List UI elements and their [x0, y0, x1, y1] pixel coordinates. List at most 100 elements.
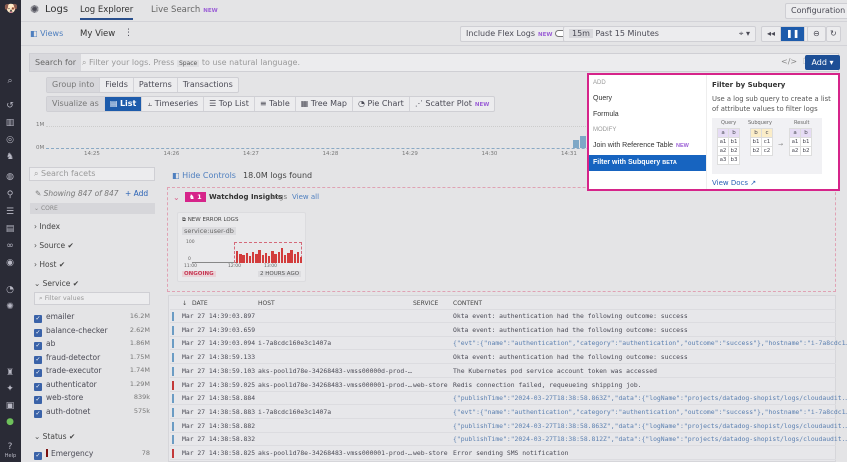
table-row[interactable]: Mar 27 14:39:03.094i-7a8cdc160e3c1407a{"…: [170, 337, 836, 350]
table-row[interactable]: Mar 27 14:38:58.884{"publishTime":"2024-…: [170, 392, 836, 405]
facet-index[interactable]: › Index: [34, 222, 152, 234]
facet-value-emailer[interactable]: ✓emailer16.2M: [34, 312, 152, 324]
configuration-button[interactable]: Configuration: [785, 3, 847, 19]
facet-value-fraud-detector[interactable]: ✓fraud-detector1.75M: [34, 353, 152, 365]
viz-treemap[interactable]: ▦ Tree Map: [296, 97, 353, 111]
chat-icon[interactable]: ▣: [4, 401, 16, 411]
table-row[interactable]: Mar 27 14:39:03.897Okta event: authentic…: [170, 310, 836, 323]
group-fields[interactable]: Fields: [100, 78, 134, 92]
org-icon[interactable]: ♜: [4, 368, 16, 378]
checkbox[interactable]: ✓: [34, 342, 42, 350]
user-avatar-icon[interactable]: ●: [4, 417, 16, 427]
menu-item-query[interactable]: Query: [593, 91, 705, 107]
menu-item-formula[interactable]: Formula: [593, 107, 705, 123]
dashboard-gauge-icon[interactable]: ◔: [4, 285, 16, 295]
refresh-icon[interactable]: ↻: [826, 26, 841, 42]
zoom-out-icon[interactable]: ⊖: [807, 26, 826, 42]
monitors-icon[interactable]: ◎: [4, 135, 16, 145]
facet-value-auth-dotnet[interactable]: ✓auth-dotnet575k: [34, 407, 152, 419]
add-query-button[interactable]: Add ▾: [805, 55, 840, 70]
volume-bar[interactable]: [573, 140, 579, 148]
apm-icon[interactable]: ⚲: [4, 190, 16, 200]
sort-desc-icon[interactable]: ↓: [182, 297, 187, 310]
viz-toplist[interactable]: ☰ Top List: [204, 97, 255, 111]
help-icon[interactable]: ?: [4, 442, 16, 452]
dashboards-icon[interactable]: ▥: [4, 118, 16, 128]
collapse-chevron-icon[interactable]: ⌄: [173, 193, 180, 202]
view-all-link[interactable]: View all: [292, 193, 319, 201]
checkbox[interactable]: ✓: [34, 410, 42, 418]
security-icon[interactable]: ◉: [4, 258, 16, 268]
filter-values-input[interactable]: ⌕ Filter values: [34, 292, 150, 305]
facet-host[interactable]: › Host ✔: [34, 260, 152, 272]
logs-active-icon[interactable]: ✺: [4, 302, 16, 312]
history-icon[interactable]: ↺: [4, 101, 16, 111]
views-button[interactable]: ◧ Views: [30, 29, 63, 38]
diagram-row: a1b1: [718, 138, 740, 147]
checkbox[interactable]: ✓: [34, 356, 42, 364]
facet-value-balance-checker[interactable]: ✓balance-checker2.62M: [34, 326, 152, 338]
group-patterns[interactable]: Patterns: [134, 78, 178, 92]
table-row[interactable]: Mar 27 14:38:58.882{"publishTime":"2024-…: [170, 420, 836, 433]
group-transactions[interactable]: Transactions: [178, 78, 238, 92]
viz-table[interactable]: ≡ Table: [255, 97, 296, 111]
tab-log-explorer[interactable]: Log Explorer: [80, 5, 133, 20]
facet-value-label: Emergency: [51, 449, 93, 458]
table-row[interactable]: Mar 27 14:38:59.103aks-pool1d78e-3426848…: [170, 365, 836, 378]
column-content[interactable]: CONTENT: [453, 297, 482, 310]
viz-list[interactable]: ▤ List: [105, 97, 143, 111]
checkbox[interactable]: ✓: [34, 396, 42, 404]
search-icon[interactable]: ⌕: [4, 76, 16, 86]
cases-icon[interactable]: ▤: [4, 224, 16, 234]
search-input[interactable]: ⌕ Filter your logs. Press Space to use n…: [82, 54, 712, 71]
checkbox[interactable]: ✓: [34, 369, 42, 377]
view-docs-link[interactable]: View Docs ↗: [712, 179, 756, 187]
time-range-picker[interactable]: 15m Past 15 Minutes⌖ ▾: [563, 26, 756, 42]
facet-service[interactable]: ⌄ Service ✔: [34, 279, 152, 291]
table-row[interactable]: Mar 27 14:38:59.025aks-pool1d78e-3426848…: [170, 379, 836, 392]
viz-scatterplot[interactable]: ⋰ Scatter PlotNEW: [410, 97, 494, 111]
datadog-logo-icon[interactable]: 🐶: [4, 4, 16, 14]
code-view-icon[interactable]: </>: [781, 57, 797, 66]
checkbox[interactable]: ✓: [34, 452, 42, 460]
table-row[interactable]: Mar 27 14:38:59.133Okta event: authentic…: [170, 351, 836, 364]
table-row[interactable]: Mar 27 14:38:58.832{"publishTime":"2024-…: [170, 433, 836, 446]
column-host[interactable]: HOST: [258, 297, 275, 310]
facet-value-ab[interactable]: ✓ab1.86M: [34, 339, 152, 351]
facet-value-trade-executor[interactable]: ✓trade-executor1.74M: [34, 366, 152, 378]
facet-source[interactable]: › Source ✔: [34, 241, 152, 253]
view-name[interactable]: My View: [80, 29, 115, 39]
infrastructure-icon[interactable]: ◍: [4, 172, 16, 182]
volume-bar[interactable]: [580, 136, 586, 148]
tab-live-search[interactable]: Live SearchNEW: [151, 5, 218, 15]
menu-item-join-reference-table[interactable]: Join with Reference TableNEW: [593, 138, 705, 154]
viz-piechart[interactable]: ◔ Pie Chart: [353, 97, 410, 111]
table-row[interactable]: Mar 27 14:38:58.825aks-pool1d78e-3426848…: [170, 447, 836, 460]
facet-value-authenticator[interactable]: ✓authenticator1.29M: [34, 380, 152, 392]
core-section-header[interactable]: ⌄ CORE: [30, 203, 155, 214]
checkbox[interactable]: ✓: [34, 315, 42, 323]
watchdog-icon[interactable]: ♞: [4, 152, 16, 162]
menu-item-filter-subquery[interactable]: Filter with Subquery BETA: [589, 155, 706, 171]
add-facet-button[interactable]: + Add: [125, 189, 148, 198]
more-options-icon[interactable]: ⋮: [124, 28, 133, 38]
facet-status[interactable]: ⌄ Status ✔: [34, 432, 152, 444]
checkbox[interactable]: ✓: [34, 329, 42, 337]
facet-value-web-store[interactable]: ✓web-store839k: [34, 393, 152, 405]
search-facets-input[interactable]: ⌕ Search facets: [29, 167, 155, 181]
hide-controls-button[interactable]: ◧ Hide Controls: [172, 171, 236, 180]
sparkle-icon[interactable]: ✦: [4, 384, 16, 394]
flex-logs-toggle[interactable]: Include Flex LogsNEW: [460, 26, 575, 42]
table-row[interactable]: Mar 27 14:38:58.883i-7a8cdc160e3c1407a{"…: [170, 406, 836, 419]
viz-timeseries[interactable]: ⫠ Timeseries: [142, 97, 204, 111]
checkbox[interactable]: ✓: [34, 383, 42, 391]
logs-nav-icon[interactable]: ☰: [4, 207, 16, 217]
new-error-logs-card[interactable]: ⧉ NEW ERROR LOGS service:user-db 100 0 1…: [177, 212, 306, 282]
pause-icon[interactable]: ❚❚: [781, 27, 805, 41]
column-service[interactable]: SERVICE: [413, 297, 438, 310]
status-emergency[interactable]: ✓Emergency78: [34, 449, 152, 461]
table-row[interactable]: Mar 27 14:39:03.659Okta event: authentic…: [170, 324, 836, 337]
column-date[interactable]: DATE: [192, 297, 208, 310]
rewind-icon[interactable]: ◂◂: [762, 27, 781, 41]
integrations-icon[interactable]: ∞: [4, 241, 16, 251]
